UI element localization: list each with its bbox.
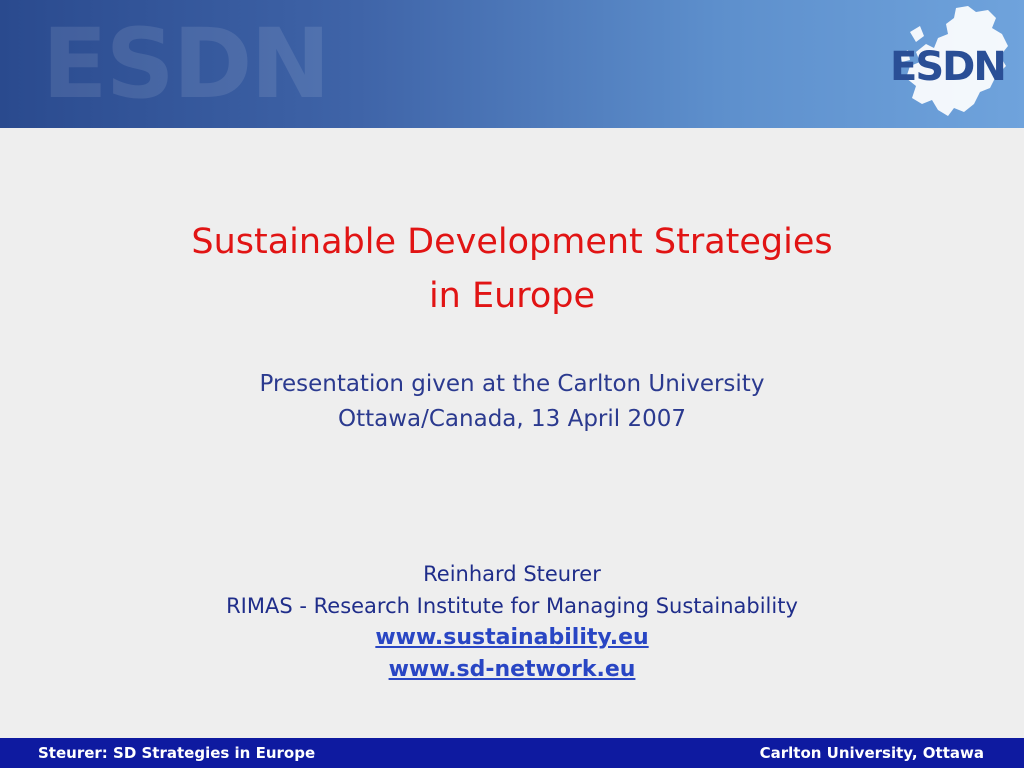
author-name: Reinhard Steurer xyxy=(423,562,601,586)
author-institute: RIMAS - Research Institute for Managing … xyxy=(226,594,798,618)
footer-left-text: Steurer: SD Strategies in Europe xyxy=(38,744,316,762)
slide-header-banner: ESDN ESDN xyxy=(0,0,1024,128)
subtitle-line-1: Presentation given at the Carlton Univer… xyxy=(259,371,765,397)
link-sustainability[interactable]: www.sustainability.eu xyxy=(40,622,984,654)
author-block: Reinhard Steurer RIMAS - Research Instit… xyxy=(40,558,984,686)
presentation-info: Presentation given at the Carlton Univer… xyxy=(40,367,984,437)
slide-footer: Steurer: SD Strategies in Europe Carlton… xyxy=(0,738,1024,768)
esdn-logo: ESDN xyxy=(890,44,1007,90)
esdn-watermark: ESDN xyxy=(42,8,331,120)
title-line-2: in Europe xyxy=(428,276,596,316)
slide-title: Sustainable Development Strategies in Eu… xyxy=(40,215,984,323)
link-sd-network[interactable]: www.sd-network.eu xyxy=(40,654,984,686)
footer-right-text: Carlton University, Ottawa xyxy=(759,744,984,762)
title-line-1: Sustainable Development Strategies xyxy=(191,222,833,262)
subtitle-line-2: Ottawa/Canada, 13 April 2007 xyxy=(337,406,687,432)
